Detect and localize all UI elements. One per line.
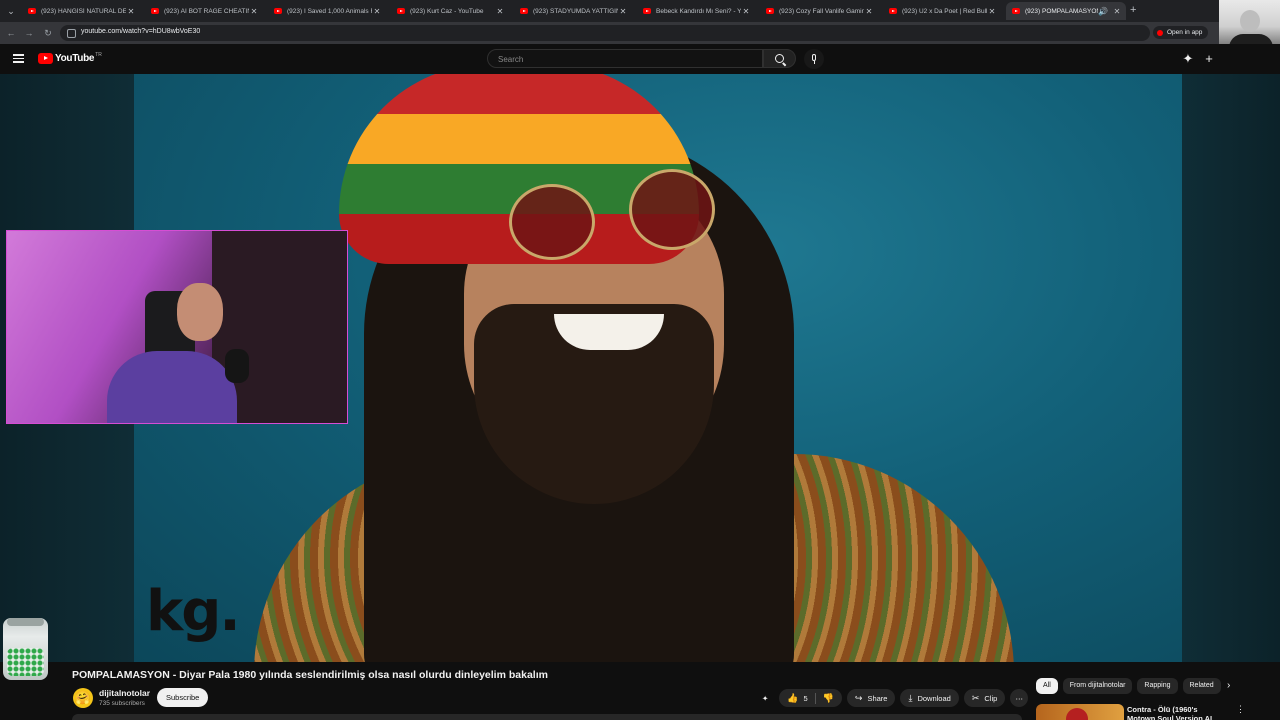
chip-all[interactable]: All xyxy=(1036,678,1058,694)
youtube-favicon-icon xyxy=(397,8,405,14)
youtube-favicon-icon xyxy=(28,8,36,14)
open-in-app-button[interactable]: Open in app xyxy=(1153,26,1209,39)
open-in-app-label: Open in app xyxy=(1167,29,1203,36)
kebab-menu-icon[interactable]: ⋮ xyxy=(1236,704,1245,715)
action-bar: ✦ 👍 5 👎 ↪ Share ⤓ Download ✂ Clip ⋯ xyxy=(762,689,1033,707)
video-watermark: kg. xyxy=(146,579,241,644)
tab-close-icon[interactable]: ✕ xyxy=(126,7,136,16)
recommendation-thumbnail[interactable] xyxy=(1036,704,1124,720)
search-input[interactable] xyxy=(496,52,750,67)
browser-tab[interactable]: (923) AI BOT RAGE CHEATING ✕ xyxy=(145,2,263,20)
forward-arrow-icon[interactable]: → xyxy=(22,26,36,40)
browser-tab[interactable]: (923) U2 x Da Poet | Red Bull ✕ xyxy=(883,2,1001,20)
tab-close-icon[interactable]: ✕ xyxy=(1112,7,1122,16)
extension-puzzle-icon[interactable]: ✦ xyxy=(1181,52,1195,66)
youtube-favicon-icon xyxy=(1012,8,1020,14)
recommendation-title[interactable]: Contra - Ölü (1960's Motown Soul Version… xyxy=(1127,705,1227,720)
download-label: Download xyxy=(917,693,951,703)
tab-title: (923) STADYUMDA YATTIĞIN Y xyxy=(533,7,618,15)
browser-tab[interactable]: (923) STADYUMDA YATTIĞIN Y ✕ xyxy=(514,2,632,20)
browser-tab[interactable]: (923) Cozy Fall Vanlife Gaming ✕ xyxy=(760,2,878,20)
youtube-dot-icon xyxy=(1157,29,1163,36)
clip-label: Clip xyxy=(984,693,998,703)
new-tab-plus-icon[interactable]: + xyxy=(1130,4,1136,16)
scissors-icon: ✂ xyxy=(971,692,980,703)
tab-title: (923) POMPALAMASYON - xyxy=(1025,7,1098,15)
tab-search-icon[interactable]: ⌄ xyxy=(4,4,18,18)
youtube-favicon-icon xyxy=(274,8,282,14)
tab-close-icon[interactable]: ✕ xyxy=(372,7,382,16)
browser-tab[interactable]: (923) Kurt Caz - YouTube ✕ xyxy=(391,2,509,20)
tab-close-icon[interactable]: ✕ xyxy=(495,7,505,16)
chevron-right-icon[interactable]: › xyxy=(1227,680,1230,691)
search-button[interactable] xyxy=(763,49,796,68)
url-field[interactable]: youtube.com/watch?v=hDU8wbVoE30 xyxy=(60,25,1150,41)
browser-tab[interactable]: (923) HANGİSİ NATURAL DEĞİL ✕ xyxy=(22,2,140,20)
thumbs-down-icon[interactable]: 👎 xyxy=(823,693,834,704)
address-bar: ← → ↻ youtube.com/watch?v=hDU8wbVoE30 xyxy=(0,22,1280,44)
url-text: youtube.com/watch?v=hDU8wbVoE30 xyxy=(81,28,201,35)
youtube-favicon-icon xyxy=(151,8,159,14)
tab-close-icon[interactable]: ✕ xyxy=(864,7,874,16)
reload-icon[interactable]: ↻ xyxy=(41,26,55,40)
search-icon xyxy=(775,54,784,63)
chip-from-channel[interactable]: From dijitalnotolar xyxy=(1062,678,1133,694)
channel-name[interactable]: dijitalnotolar xyxy=(99,688,150,698)
tab-close-icon[interactable]: ✕ xyxy=(249,7,259,16)
like-dislike-group: 👍 5 👎 xyxy=(779,689,842,707)
description-box[interactable] xyxy=(72,714,1022,720)
more-actions-icon[interactable]: ⋯ xyxy=(1010,689,1029,707)
tab-close-icon[interactable]: ✕ xyxy=(987,7,997,16)
share-label: Share xyxy=(867,693,888,703)
download-icon: ⤓ xyxy=(908,692,913,703)
chip-rapping[interactable]: Rapping xyxy=(1137,678,1178,694)
filter-chips: All From dijitalnotolar Rapping Related xyxy=(1036,678,1221,694)
search-box xyxy=(487,49,763,68)
tab-close-icon[interactable]: ✕ xyxy=(741,7,751,16)
youtube-play-icon xyxy=(38,53,53,64)
voice-search-mic-icon[interactable] xyxy=(804,49,824,69)
share-button[interactable]: ↪ Share xyxy=(846,689,896,707)
tab-title: (923) HANGİSİ NATURAL DEĞİL xyxy=(41,7,126,15)
tab-title: (923) Cozy Fall Vanlife Gaming xyxy=(779,7,864,15)
jar-object xyxy=(3,618,48,680)
download-button[interactable]: ⤓ Download xyxy=(900,689,959,707)
speaker-icon[interactable]: 🔊 xyxy=(1098,7,1108,16)
site-info-icon[interactable] xyxy=(67,29,76,38)
logo-wordmark: YouTube xyxy=(55,53,95,64)
youtube-favicon-icon xyxy=(889,8,897,14)
tab-title: (923) I Saved 1,000 Animals Fro xyxy=(287,7,372,15)
youtube-logo[interactable]: YouTube TR xyxy=(38,52,102,64)
tab-title: Bebeck Kandırdı Mı Seni? - Yo xyxy=(656,7,741,15)
video-title: POMPALAMASYON - Diyar Pala 1980 yılında … xyxy=(72,669,548,681)
menu-icon[interactable] xyxy=(13,54,24,63)
browser-tab-active[interactable]: (923) POMPALAMASYON - 🔊 ✕ xyxy=(1006,2,1126,20)
tab-title: (923) Kurt Caz - YouTube xyxy=(410,7,484,15)
webcam-overlay xyxy=(6,230,348,424)
channel-avatar[interactable]: 🤗 xyxy=(73,688,93,708)
youtube-favicon-icon xyxy=(643,8,651,14)
subscribe-button[interactable]: Subscribe xyxy=(157,688,209,707)
chip-related[interactable]: Related xyxy=(1182,678,1221,694)
like-count: 5 xyxy=(803,693,808,703)
create-plus-icon[interactable]: + xyxy=(1202,52,1216,66)
browser-tab-strip: ⌄ (923) HANGİSİ NATURAL DEĞİL ✕ (923) AI… xyxy=(0,0,1280,22)
video-player[interactable]: kg. xyxy=(0,74,1280,662)
browser-tab[interactable]: (923) I Saved 1,000 Animals Fro ✕ xyxy=(268,2,386,20)
tab-close-icon[interactable]: ✕ xyxy=(618,7,628,16)
subscriber-count: 735 subscribers xyxy=(99,700,145,707)
clip-button[interactable]: ✂ Clip xyxy=(963,689,1006,707)
share-arrow-icon: ↪ xyxy=(854,692,863,703)
back-arrow-icon[interactable]: ← xyxy=(4,26,18,40)
youtube-favicon-icon xyxy=(520,8,528,14)
country-code: TR xyxy=(95,52,102,58)
tab-title: (923) U2 x Da Poet | Red Bull xyxy=(902,7,987,15)
youtube-favicon-icon xyxy=(766,8,774,14)
tab-title: (923) AI BOT RAGE CHEATING xyxy=(164,7,249,15)
sparkle-icon[interactable]: ✦ xyxy=(762,689,774,707)
browser-tab[interactable]: Bebeck Kandırdı Mı Seni? - Yo ✕ xyxy=(637,2,755,20)
thumbs-up-icon[interactable]: 👍 xyxy=(787,693,798,704)
